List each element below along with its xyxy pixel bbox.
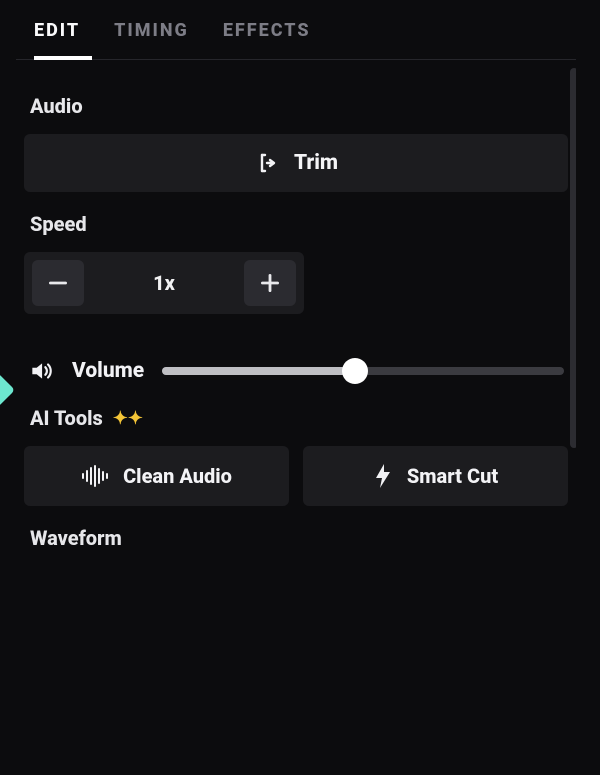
- speed-decrease-button[interactable]: [32, 260, 84, 306]
- smart-cut-button[interactable]: Smart Cut: [303, 446, 568, 506]
- waveform-icon: [81, 465, 109, 487]
- section-label-waveform: Waveform: [30, 526, 568, 550]
- minus-icon: [45, 270, 71, 296]
- trim-icon: [254, 151, 278, 175]
- tab-edit[interactable]: EDIT: [34, 20, 80, 59]
- selection-handle-accent: [0, 373, 15, 407]
- volume-slider[interactable]: [162, 356, 564, 386]
- ai-tools-label-text: AI Tools: [30, 406, 103, 430]
- tab-bar: EDIT TIMING EFFECTS: [16, 6, 576, 60]
- clean-audio-button[interactable]: Clean Audio: [24, 446, 289, 506]
- tab-effects[interactable]: EFFECTS: [223, 20, 311, 59]
- bolt-icon: [373, 463, 393, 489]
- clean-audio-label: Clean Audio: [123, 464, 232, 488]
- slider-thumb[interactable]: [342, 358, 368, 384]
- speed-stepper: 1x: [24, 252, 304, 314]
- panel-scroll-region: Audio Trim Speed 1x: [16, 60, 576, 766]
- trim-button-label: Trim: [294, 151, 338, 175]
- speed-increase-button[interactable]: [244, 260, 296, 306]
- speed-value: 1x: [84, 271, 244, 295]
- volume-row: Volume: [24, 356, 568, 386]
- section-label-ai-tools: AI Tools ✦✦: [30, 406, 568, 430]
- scrollbar[interactable]: [570, 68, 576, 448]
- trim-button[interactable]: Trim: [24, 134, 568, 192]
- section-label-speed: Speed: [30, 212, 568, 236]
- sparkle-icon: ✦✦: [113, 408, 143, 429]
- slider-track-fill: [162, 367, 355, 375]
- tab-timing[interactable]: TIMING: [114, 20, 189, 59]
- smart-cut-label: Smart Cut: [407, 464, 498, 488]
- section-label-audio: Audio: [30, 94, 568, 118]
- plus-icon: [257, 270, 283, 296]
- ai-tools-row: Clean Audio Smart Cut: [24, 446, 568, 506]
- volume-label: Volume: [72, 359, 144, 383]
- edit-panel: EDIT TIMING EFFECTS Audio Trim Speed: [16, 6, 576, 766]
- volume-icon: [28, 358, 54, 384]
